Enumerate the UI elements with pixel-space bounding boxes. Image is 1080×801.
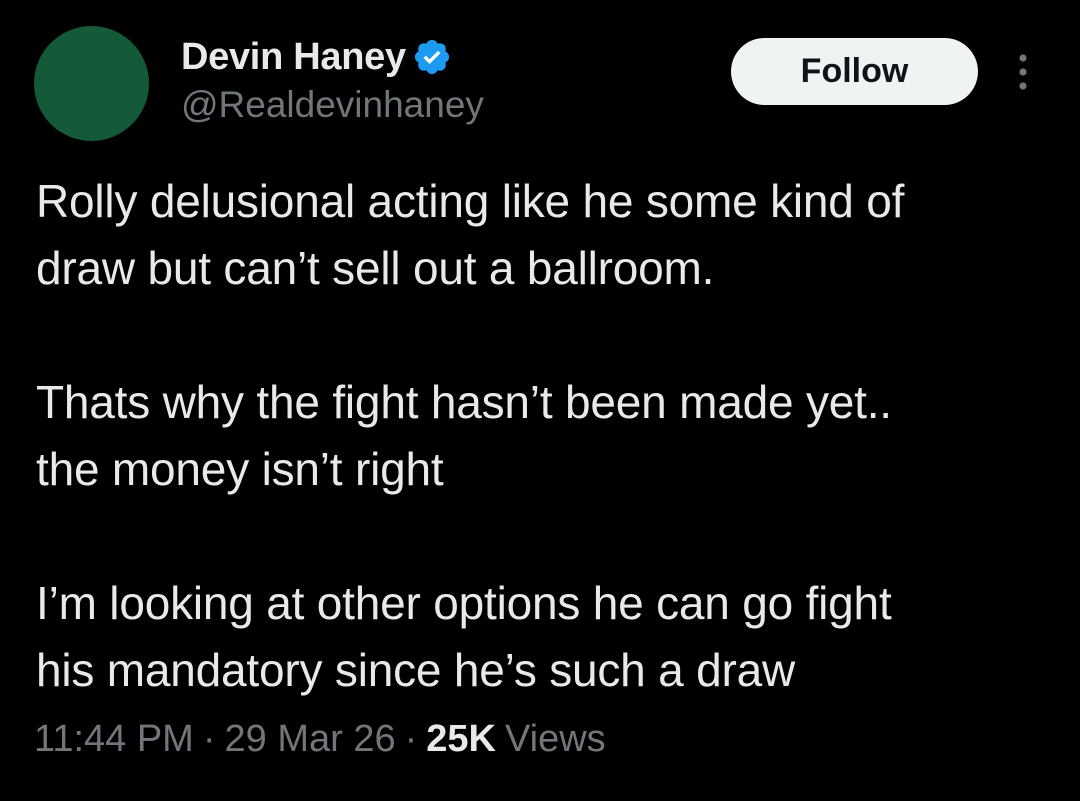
meta-separator: · — [202, 718, 216, 760]
tweet-text-line: the money isn’t right — [36, 443, 444, 495]
verified-badge-icon[interactable] — [412, 37, 452, 77]
tweet-text: Rolly delusional acting like he some kin… — [36, 168, 1056, 704]
tweet-time[interactable]: 11:44 PM — [34, 718, 194, 761]
tweet-text-line: draw but can’t sell out a ballroom. — [36, 242, 715, 294]
meta-separator: · — [404, 718, 418, 760]
author-name-row: Devin Haney — [181, 34, 452, 80]
tweet-text-line: I’m looking at other options he can go f… — [36, 577, 892, 629]
author-handle[interactable]: @Realdevinhaney — [181, 84, 484, 126]
tweet-date[interactable]: 29 Mar 26 — [225, 718, 396, 761]
avatar[interactable] — [34, 26, 149, 141]
tweet-card: Devin Haney @Realdevinhaney Follow Rolly… — [0, 0, 1080, 801]
author-display-name[interactable]: Devin Haney — [181, 36, 406, 79]
views-count[interactable]: 25K — [426, 718, 496, 761]
tweet-text-line: Rolly delusional acting like he some kin… — [36, 175, 905, 227]
tweet-text-line: Thats why the fight hasn’t been made yet… — [36, 376, 892, 428]
more-vertical-icon[interactable] — [1008, 50, 1038, 94]
tweet-text-line: his mandatory since he’s such a draw — [36, 644, 796, 696]
follow-button[interactable]: Follow — [731, 38, 978, 105]
views-label[interactable]: Views — [505, 718, 606, 761]
tweet-meta: 11:44 PM · 29 Mar 26 · 25K Views — [34, 718, 606, 761]
